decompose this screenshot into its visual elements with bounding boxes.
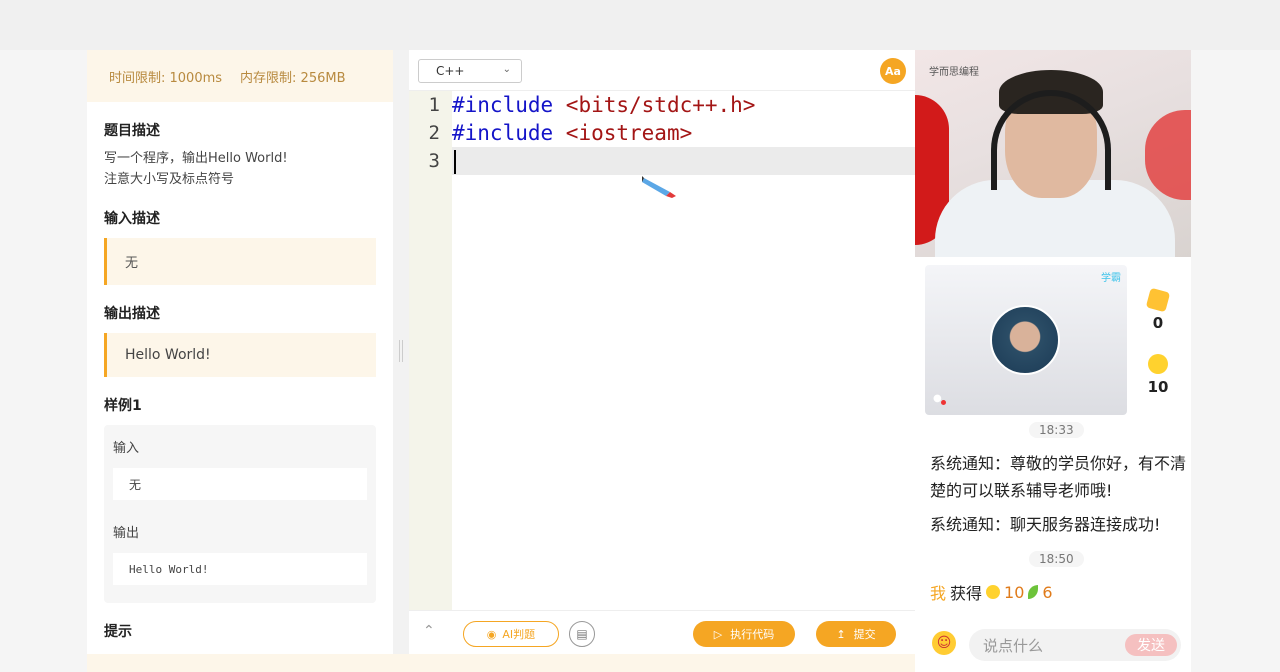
coin-icon bbox=[1148, 354, 1168, 374]
code-line[interactable] bbox=[452, 147, 915, 175]
line-number: 3 bbox=[428, 150, 440, 172]
code-line[interactable]: #include <bits/stdc++.h> bbox=[452, 91, 915, 119]
reward-text: 获得 bbox=[950, 584, 983, 603]
font-size-button[interactable]: Aa bbox=[880, 58, 906, 84]
timestamp: 18:50 bbox=[1029, 551, 1084, 567]
ai-judge-label: AI判题 bbox=[502, 628, 536, 641]
coin-stat: 10 bbox=[1143, 354, 1173, 396]
sample-box: 输入 无 输出 Hello World! bbox=[104, 425, 376, 603]
ai-judge-button[interactable]: ◉ AI判题 bbox=[463, 621, 559, 647]
hint-title: 提示 bbox=[104, 624, 132, 640]
reward-self: 我 bbox=[930, 584, 947, 603]
student-video: 学霸 ● bbox=[925, 265, 1127, 415]
code-line[interactable]: #include <iostream> bbox=[452, 119, 915, 147]
background-decoration bbox=[1145, 110, 1191, 200]
splitter-grip-icon[interactable] bbox=[399, 340, 403, 362]
description-text: 写一个程序，输出Hello World! 注意大小写及标点符号 bbox=[104, 148, 393, 190]
reward-leaf: 6 bbox=[1042, 582, 1053, 602]
card-stat: 0 bbox=[1143, 287, 1173, 332]
editor-footer: ⌃ ◉ AI判题 ▤ ▷ 执行代码 ↥ 提交 bbox=[409, 610, 915, 654]
robot-icon: ◉ bbox=[486, 627, 497, 641]
bottom-strip bbox=[87, 654, 915, 672]
card-icon bbox=[1145, 287, 1171, 313]
live-side-panel: 学霸 ● 0 10 18:33 系统通知：尊敬的学员你好，有不清楚的可以联系辅导… bbox=[915, 257, 1191, 672]
timestamp: 18:33 bbox=[1029, 422, 1084, 438]
student-tag: 学霸 bbox=[1101, 273, 1121, 284]
description-line: 注意大小写及标点符号 bbox=[104, 172, 235, 187]
student-avatar bbox=[990, 305, 1060, 375]
limits-bar: 时间限制: 1000ms 内存限制: 256MB bbox=[87, 50, 393, 102]
chat-message: 系统通知：尊敬的学员你好，有不清楚的可以联系辅导老师哦! bbox=[930, 454, 1187, 500]
leaf-icon bbox=[1028, 585, 1039, 599]
memory-limit: 内存限制: 256MB bbox=[240, 70, 346, 86]
language-value: C++ bbox=[436, 64, 465, 78]
output-description: Hello World! bbox=[104, 333, 376, 377]
language-select[interactable]: C++ ⌄ bbox=[418, 59, 522, 83]
code-area[interactable]: #include <bits/stdc++.h> #include <iostr… bbox=[452, 91, 915, 610]
panel-splitter[interactable] bbox=[393, 50, 409, 654]
input-description-title: 输入描述 bbox=[104, 211, 160, 227]
sample-input-value: 无 bbox=[113, 468, 367, 500]
brand-logo: 学而思编程 bbox=[929, 67, 979, 78]
top-bar bbox=[0, 0, 1280, 50]
reward-coin: 10 bbox=[1004, 582, 1025, 602]
input-description: 无 bbox=[104, 238, 376, 285]
pencil-icon bbox=[642, 176, 676, 198]
line-number: 1 bbox=[428, 94, 440, 116]
emoji-icon[interactable]: ☺ bbox=[932, 631, 956, 655]
description-title: 题目描述 bbox=[104, 123, 160, 139]
card-count: 0 bbox=[1152, 314, 1164, 332]
submit-button[interactable]: ↥ 提交 bbox=[816, 621, 896, 647]
sample-output-label: 输出 bbox=[113, 526, 140, 541]
submit-label: 提交 bbox=[853, 628, 876, 641]
play-icon: ▷ bbox=[713, 627, 723, 641]
output-description-title: 输出描述 bbox=[104, 306, 160, 322]
code-keyword: #include bbox=[452, 93, 554, 117]
editor-toolbar: C++ ⌄ Aa bbox=[409, 50, 915, 91]
text-cursor bbox=[454, 150, 456, 174]
status-dot bbox=[941, 400, 946, 405]
description-line: 写一个程序，输出Hello World! bbox=[104, 151, 288, 166]
code-string: <iostream> bbox=[553, 121, 693, 145]
sample-output-value: Hello World! bbox=[113, 553, 367, 585]
run-code-button[interactable]: ▷ 执行代码 bbox=[693, 621, 795, 647]
chevron-down-icon: ⌄ bbox=[502, 64, 511, 75]
clipboard-icon[interactable]: ▤ bbox=[569, 621, 595, 647]
problem-panel: 时间限制: 1000ms 内存限制: 256MB 题目描述 写一个程序，输出He… bbox=[87, 50, 393, 654]
code-editor: C++ ⌄ Aa 1 2 3 #include <bits/stdc++.h> … bbox=[409, 50, 915, 654]
teacher-video: 学而思编程 bbox=[915, 50, 1191, 257]
line-number-gutter: 1 2 3 bbox=[409, 91, 452, 610]
reward-message: 我 获得 10 6 bbox=[930, 580, 1053, 604]
time-limit: 时间限制: 1000ms bbox=[109, 70, 223, 86]
coin-icon bbox=[986, 585, 1001, 599]
code-string: <bits/stdc++.h> bbox=[553, 93, 756, 117]
coin-count: 10 bbox=[1147, 378, 1169, 396]
code-keyword: #include bbox=[452, 121, 554, 145]
sample-input-label: 输入 bbox=[113, 441, 140, 456]
send-button[interactable]: 发送 bbox=[1125, 634, 1177, 656]
sample-title: 样例1 bbox=[104, 398, 142, 414]
collapse-up-icon[interactable]: ⌃ bbox=[423, 623, 435, 639]
chat-message: 系统通知：聊天服务器连接成功! bbox=[930, 515, 1161, 534]
upload-icon: ↥ bbox=[836, 627, 846, 641]
line-number: 2 bbox=[428, 122, 440, 144]
run-code-label: 执行代码 bbox=[730, 628, 775, 641]
